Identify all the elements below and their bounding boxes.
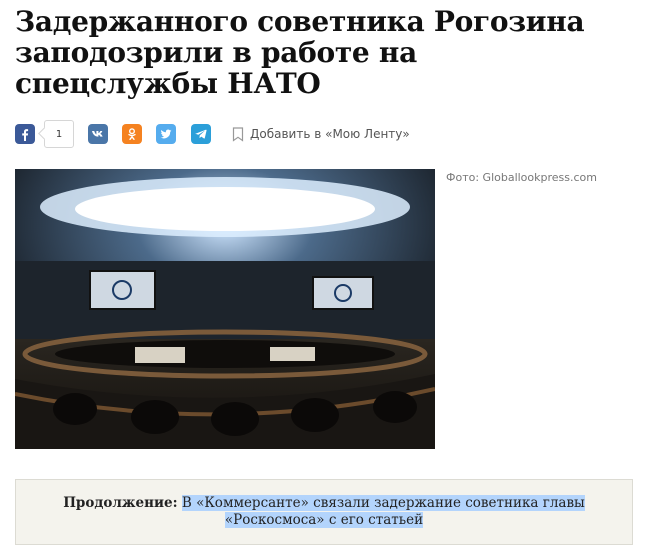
article-photo [15, 169, 435, 449]
add-to-my-feed-label: Добавить в «Мою Ленту» [250, 127, 410, 141]
vk-share-button[interactable] [88, 124, 108, 144]
continuation-label: Продолжение: [63, 495, 178, 511]
photo-credit: Фото: Globallookpress.com [446, 171, 597, 184]
odnoklassniki-share-button[interactable] [122, 124, 142, 144]
twitter-icon [160, 129, 172, 139]
share-bar: 1 Добавить в «Мою Ленту» [15, 120, 515, 148]
bookmark-icon [232, 126, 244, 142]
facebook-share-button[interactable] [15, 124, 35, 144]
facebook-icon [22, 129, 29, 141]
odnoklassniki-icon [128, 128, 136, 140]
twitter-share-button[interactable] [156, 124, 176, 144]
continuation-block: Продолжение: В «Коммерсанте» связали зад… [15, 479, 633, 545]
facebook-share-count: 1 [44, 120, 74, 148]
continuation-link[interactable]: В «Коммерсанте» связали задержание совет… [181, 495, 585, 528]
add-to-my-feed-button[interactable]: Добавить в «Мою Ленту» [232, 126, 410, 142]
vk-icon [92, 131, 103, 137]
telegram-share-button[interactable] [191, 124, 211, 144]
article-title: Задержанного советника Рогозина заподозр… [15, 5, 585, 100]
telegram-icon [195, 129, 207, 139]
